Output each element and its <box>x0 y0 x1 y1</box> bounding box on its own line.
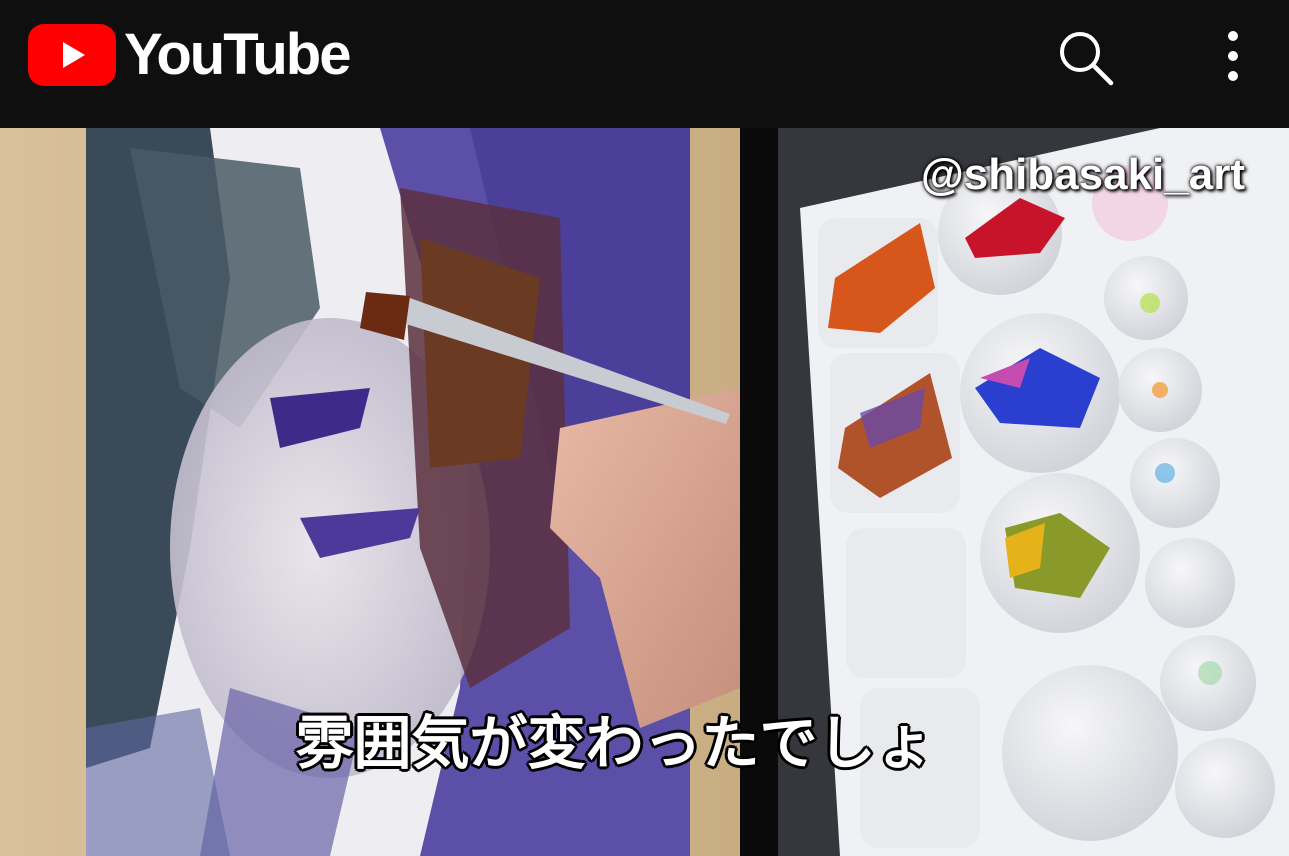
top-app-bar: YouTube <box>0 0 1289 128</box>
more-options-button[interactable] <box>1218 30 1248 84</box>
video-caption: 雰囲気が変わったでしょ <box>295 709 934 777</box>
channel-watermark: @shibasaki_art <box>920 150 1245 199</box>
youtube-logo[interactable]: YouTube <box>28 22 351 87</box>
video-player[interactable]: @shibasaki_art 雰囲気が変わったでしょ <box>0 128 1289 856</box>
search-icon <box>1060 32 1114 86</box>
logo-wordmark: YouTube <box>124 22 351 87</box>
youtube-play-logo-icon <box>28 24 116 86</box>
search-button[interactable] <box>1054 26 1116 88</box>
more-vert-icon <box>1228 31 1238 81</box>
